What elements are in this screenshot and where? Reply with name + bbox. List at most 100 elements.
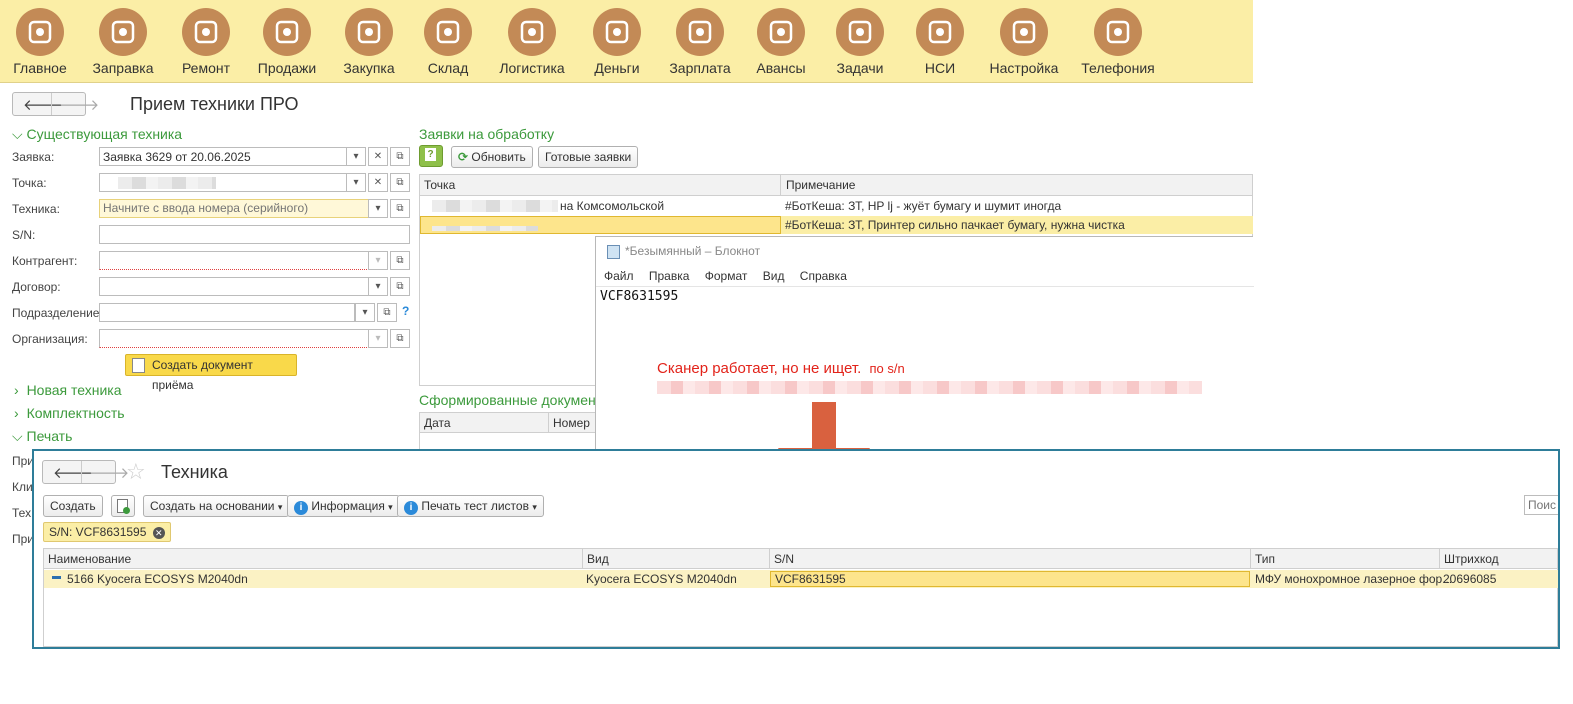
col-header-note[interactable]: Примечание xyxy=(780,174,1253,196)
create-document-button[interactable]: Создать документ приёма xyxy=(125,354,297,392)
open-icon[interactable]: ⧉ xyxy=(390,251,410,270)
tools-icon xyxy=(182,8,230,56)
money-bag-icon xyxy=(593,8,641,56)
topnav-label: Закупка xyxy=(343,60,395,76)
col-header-kind[interactable]: Вид xyxy=(582,548,770,569)
section-print[interactable]: ⌵ Печать xyxy=(12,428,72,445)
back-arrow-icon[interactable]: 🡐 xyxy=(53,463,93,482)
create-basis-button[interactable]: Создать на основании ▾ xyxy=(143,495,290,517)
menu-help[interactable]: Справка xyxy=(800,269,847,283)
print-test-button[interactable]: i Печать тест листов ▾ xyxy=(397,495,544,517)
docs-title: Сформированные документы xyxy=(419,392,613,408)
menu-format[interactable]: Формат xyxy=(705,269,748,283)
dropdown-icon[interactable]: ▾ xyxy=(368,251,388,270)
col-header-sn[interactable]: S/N xyxy=(769,548,1251,569)
section-new-equipment[interactable]: › Новая техника xyxy=(14,382,122,398)
col-header-type[interactable]: Тип xyxy=(1250,548,1440,569)
search-input[interactable] xyxy=(1524,495,1558,515)
refresh-button[interactable]: ⟳ Обновить xyxy=(451,146,533,168)
col-header-point[interactable]: Точка xyxy=(419,174,781,196)
phone-icon xyxy=(1094,8,1142,56)
table-row[interactable]: на Комсомольской #БотКеша: ЗТ, HP lj - ж… xyxy=(420,197,1253,215)
tehnika-input[interactable] xyxy=(99,199,369,218)
sn-field[interactable] xyxy=(99,225,410,244)
topnav-item[interactable]: Деньги xyxy=(577,8,657,76)
topnav-item[interactable]: НСИ xyxy=(900,8,980,76)
open-icon[interactable]: ⧉ xyxy=(390,277,410,296)
topnav-item[interactable]: Главное xyxy=(0,8,80,76)
section-completeness[interactable]: › Комплектность xyxy=(14,405,125,421)
info-icon: i xyxy=(404,501,418,515)
back-arrow-icon[interactable]: 🡐 xyxy=(23,95,63,114)
table-row-selected[interactable]: #БотКеша: ЗТ, Принтер сильно пачкает бум… xyxy=(420,216,1253,234)
open-icon[interactable]: ⧉ xyxy=(390,199,410,218)
print-row-label: При xyxy=(12,454,35,468)
tochka-field[interactable] xyxy=(99,173,347,192)
forward-arrow-icon[interactable]: 🡒 xyxy=(59,95,99,114)
menu-file[interactable]: Файл xyxy=(604,269,634,283)
dropdown-icon[interactable]: ▾ xyxy=(346,173,366,192)
dropdown-icon[interactable]: ▾ xyxy=(368,277,388,296)
col-header-barcode[interactable]: Штрихкод xyxy=(1439,548,1558,569)
notepad-text[interactable]: VCF8631595 xyxy=(600,289,678,304)
zayavka-field[interactable]: Заявка 3629 от 20.06.2025 xyxy=(99,147,347,166)
dropdown-icon[interactable]: ▾ xyxy=(368,199,388,218)
ready-requests-button[interactable]: Готовые заявки xyxy=(538,146,639,168)
refill-icon xyxy=(99,8,147,56)
redacted-blur xyxy=(657,381,1202,394)
topnav-item[interactable]: Заправка xyxy=(83,8,163,76)
open-icon[interactable]: ⧉ xyxy=(377,303,397,322)
sn-filter-chip[interactable]: S/N: VCF8631595 ✕ xyxy=(43,522,171,542)
clear-icon[interactable]: ✕ xyxy=(368,147,388,166)
info-button[interactable]: i Информация ▾ xyxy=(287,495,400,517)
topnav-item[interactable]: Продажи xyxy=(247,8,327,76)
help-icon[interactable]: ? xyxy=(402,304,409,318)
topnav-item[interactable]: Закупка xyxy=(329,8,409,76)
top-navigation-bar: Главное Заправка Ремонт Продажи Закупка Склад… xyxy=(0,0,1253,83)
table-row-selected[interactable]: 5166 Kyocera ECOSYS M2040dn Kyocera ECOS… xyxy=(44,570,1558,588)
open-icon[interactable]: ⧉ xyxy=(390,329,410,348)
open-icon[interactable]: ⧉ xyxy=(390,173,410,192)
sn-label: S/N: xyxy=(12,228,36,242)
organizaciya-field[interactable] xyxy=(99,329,369,348)
open-icon[interactable]: ⧉ xyxy=(390,147,410,166)
topnav-item[interactable]: Логистика xyxy=(492,8,572,76)
dropdown-icon[interactable]: ▾ xyxy=(355,303,375,322)
divider xyxy=(51,93,52,115)
kontragent-field[interactable] xyxy=(99,251,369,270)
star-icon[interactable]: ☆ xyxy=(126,459,146,485)
close-icon[interactable]: ✕ xyxy=(152,527,165,539)
dropdown-icon[interactable]: ▾ xyxy=(346,147,366,166)
topnav-item[interactable]: Настройка xyxy=(984,8,1064,76)
copy-icon[interactable] xyxy=(111,495,135,517)
new-document-icon xyxy=(132,358,145,373)
forward-arrow-icon[interactable]: 🡒 xyxy=(89,463,129,482)
topnav-item[interactable]: Ремонт xyxy=(166,8,246,76)
podrazdelenie-field[interactable] xyxy=(99,303,355,322)
col-header-number[interactable]: Номер xyxy=(548,412,598,433)
history-nav: 🡐 🡒 xyxy=(42,460,129,484)
dropdown-icon[interactable]: ▾ xyxy=(368,329,388,348)
form-title: Прием техники ПРО xyxy=(130,94,299,114)
section-existing-equipment[interactable]: ⌵ Существующая техника xyxy=(12,126,182,143)
menu-edit[interactable]: Правка xyxy=(649,269,690,283)
clear-icon[interactable]: ✕ xyxy=(368,173,388,192)
annotation-text: Сканер работает, но не ищет. по s/n xyxy=(657,360,905,377)
topnav-label: Продажи xyxy=(257,60,317,76)
topnav-item[interactable]: Авансы xyxy=(741,8,821,76)
dogovor-field[interactable] xyxy=(99,277,369,296)
book-icon xyxy=(916,8,964,56)
create-button[interactable]: Создать xyxy=(43,495,103,517)
question-icon[interactable]: ? xyxy=(419,145,443,167)
topnav-item[interactable]: Склад xyxy=(408,8,488,76)
col-header-name[interactable]: Наименование xyxy=(43,548,583,569)
print-row-label: При xyxy=(12,532,35,546)
cart-icon xyxy=(345,8,393,56)
wallet-icon xyxy=(676,8,724,56)
topnav-item[interactable]: Зарплата xyxy=(660,8,740,76)
topnav-item[interactable]: Телефония xyxy=(1078,8,1158,76)
col-header-date[interactable]: Дата xyxy=(419,412,549,433)
menu-view[interactable]: Вид xyxy=(763,269,785,283)
topnav-item[interactable]: Задачи xyxy=(820,8,900,76)
item-marker-icon xyxy=(52,576,61,579)
